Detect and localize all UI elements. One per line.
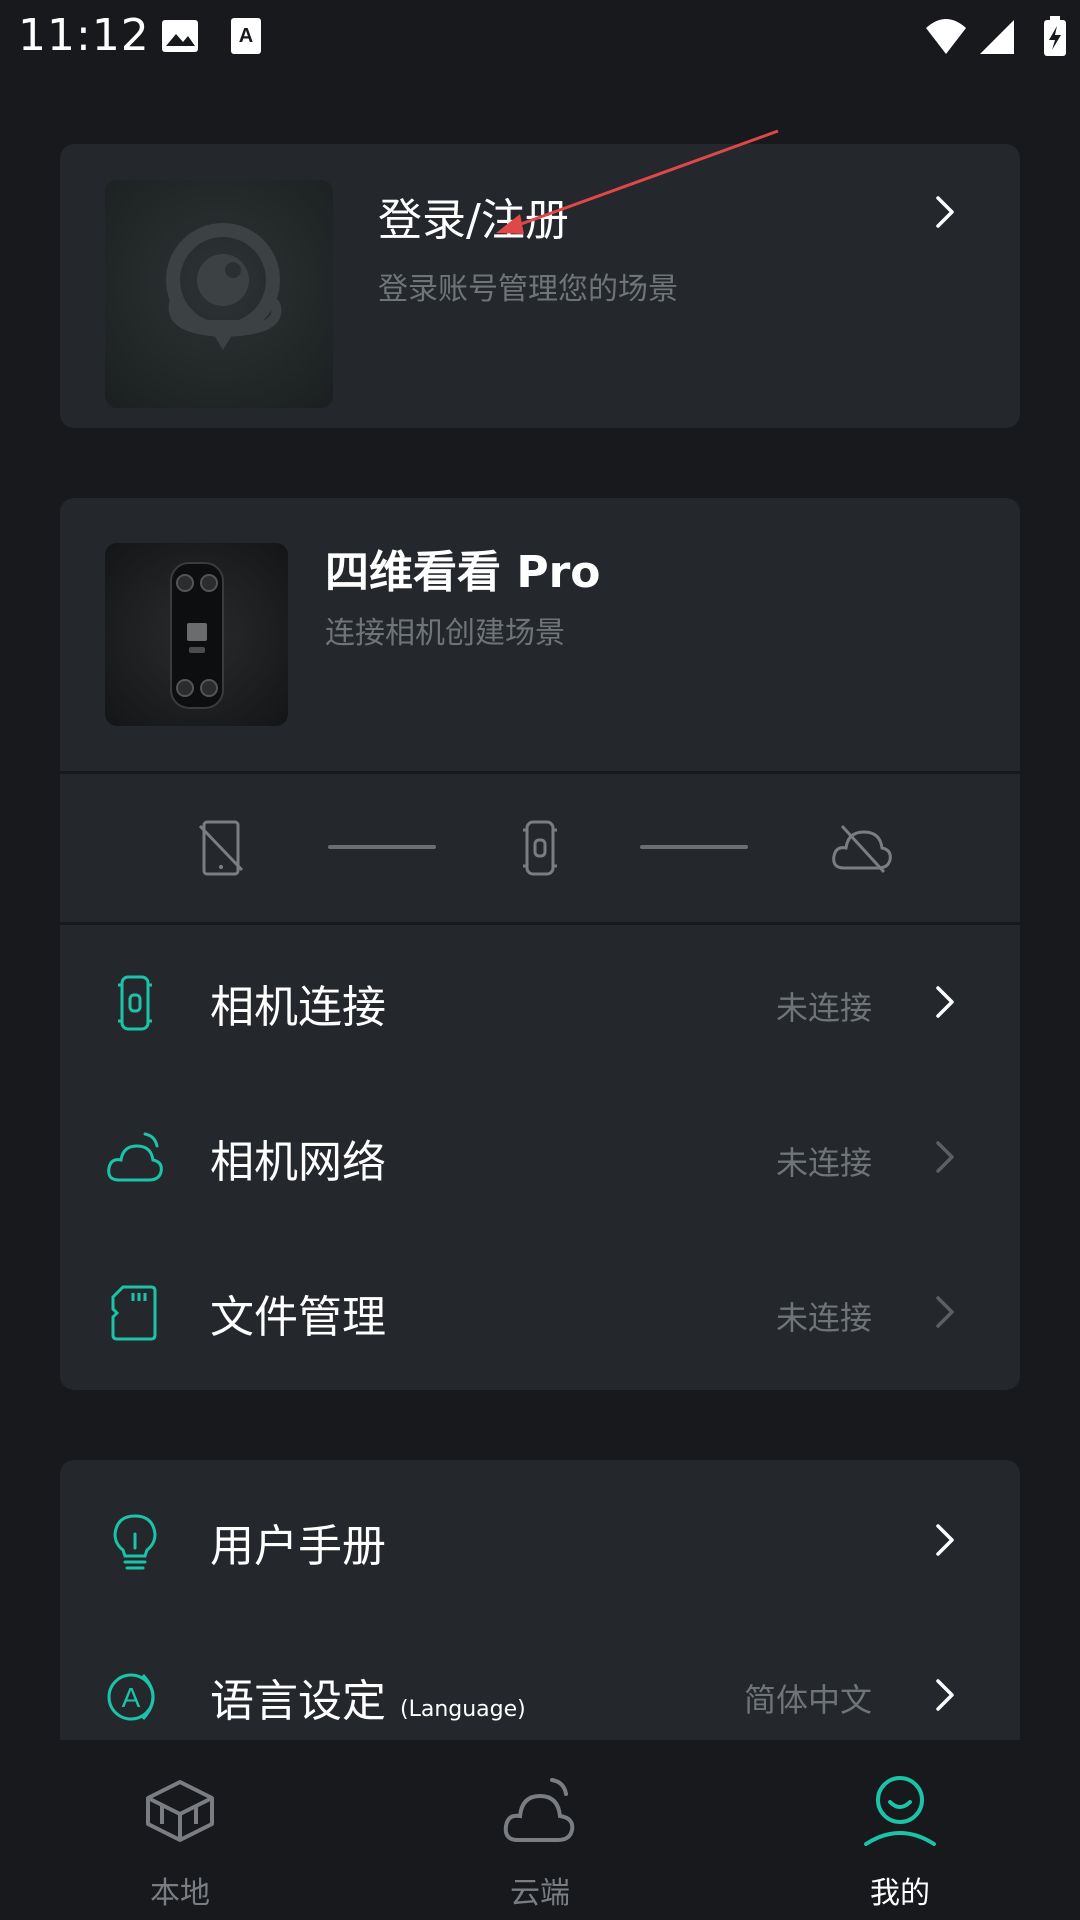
cloud-icon xyxy=(503,1778,575,1842)
settings-card: 用户手册 A 语言设定 (Language) 简体中文 xyxy=(60,1460,1020,1740)
device-title: 四维看看 Pro xyxy=(325,547,601,598)
row-label: 相机网络 xyxy=(210,1137,386,1188)
bottom-nav: 本地 云端 我的 xyxy=(0,1740,1080,1920)
row-camera-connection[interactable]: 相机连接 未连接 xyxy=(60,925,1020,1080)
sd-card-icon xyxy=(111,1285,157,1341)
camera-device-gray-icon xyxy=(523,820,557,876)
row-camera-network[interactable]: 相机网络 未连接 xyxy=(60,1080,1020,1235)
status-bar: 11:12 A xyxy=(0,0,1080,72)
connection-line xyxy=(640,845,748,849)
camera-device-icon xyxy=(118,975,152,1031)
row-label: 相机连接 xyxy=(210,982,386,1033)
lightbulb-icon xyxy=(113,1514,157,1570)
chevron-right-icon[interactable] xyxy=(925,1292,965,1332)
nav-item-cloud[interactable]: 云端 xyxy=(360,1740,720,1920)
row-label: 文件管理 xyxy=(210,1292,386,1343)
chevron-right-icon[interactable] xyxy=(925,1520,965,1560)
nav-label: 云端 xyxy=(510,1876,570,1911)
connection-line xyxy=(328,845,436,849)
row-label-text: 语言设定 xyxy=(210,1676,386,1727)
camera-product-icon xyxy=(170,562,224,709)
battery-charging-icon xyxy=(1044,16,1066,56)
row-language[interactable]: A 语言设定 (Language) 简体中文 xyxy=(60,1615,1020,1740)
login-card[interactable]: 登录/注册 登录账号管理您的场景 xyxy=(60,144,1020,428)
connection-status-strip xyxy=(60,774,1020,922)
row-status: 未连接 xyxy=(775,989,872,1027)
status-time: 11:12 xyxy=(18,10,150,61)
nav-item-local[interactable]: 本地 xyxy=(0,1740,360,1920)
chevron-right-icon[interactable] xyxy=(925,1675,965,1715)
box-icon xyxy=(146,1780,214,1842)
text-notification-icon: A xyxy=(231,18,261,54)
app-logo-icon xyxy=(166,223,282,350)
device-subtitle: 连接相机创建场景 xyxy=(325,616,565,651)
language-icon: A xyxy=(107,1673,155,1721)
svg-text:A: A xyxy=(122,1682,141,1713)
login-title[interactable]: 登录/注册 xyxy=(378,184,569,248)
avatar xyxy=(105,180,333,408)
user-icon xyxy=(864,1776,936,1846)
nav-item-mine[interactable]: 我的 xyxy=(720,1740,1080,1920)
cloud-disconnected-icon xyxy=(832,824,892,874)
row-label-suffix: (Language) xyxy=(400,1697,526,1722)
camera-product-image xyxy=(105,543,288,726)
wifi-icon xyxy=(926,19,966,54)
cell-signal-icon xyxy=(980,20,1014,54)
row-file-management[interactable]: 文件管理 未连接 xyxy=(60,1235,1020,1390)
row-user-manual[interactable]: 用户手册 xyxy=(60,1460,1020,1615)
login-subtitle: 登录账号管理您的场景 xyxy=(378,272,678,307)
row-status: 未连接 xyxy=(775,1144,872,1182)
chevron-right-icon[interactable] xyxy=(925,1137,965,1177)
row-label: 用户手册 xyxy=(210,1521,386,1572)
row-status: 未连接 xyxy=(775,1299,872,1337)
device-card: 四维看看 Pro 连接相机创建场景 相机连接 未连接 相机网络 未连接 文件管理… xyxy=(60,498,1020,1390)
row-status: 简体中文 xyxy=(743,1681,872,1719)
phone-disconnected-icon xyxy=(198,820,244,876)
cloud-wifi-icon xyxy=(107,1132,163,1182)
row-label: 语言设定 (Language) xyxy=(210,1665,526,1729)
chevron-right-icon[interactable] xyxy=(925,192,965,232)
image-notification-icon xyxy=(162,20,198,52)
nav-label: 本地 xyxy=(150,1876,210,1911)
nav-label: 我的 xyxy=(870,1876,930,1911)
svg-text:A: A xyxy=(239,25,253,47)
chevron-right-icon[interactable] xyxy=(925,982,965,1022)
